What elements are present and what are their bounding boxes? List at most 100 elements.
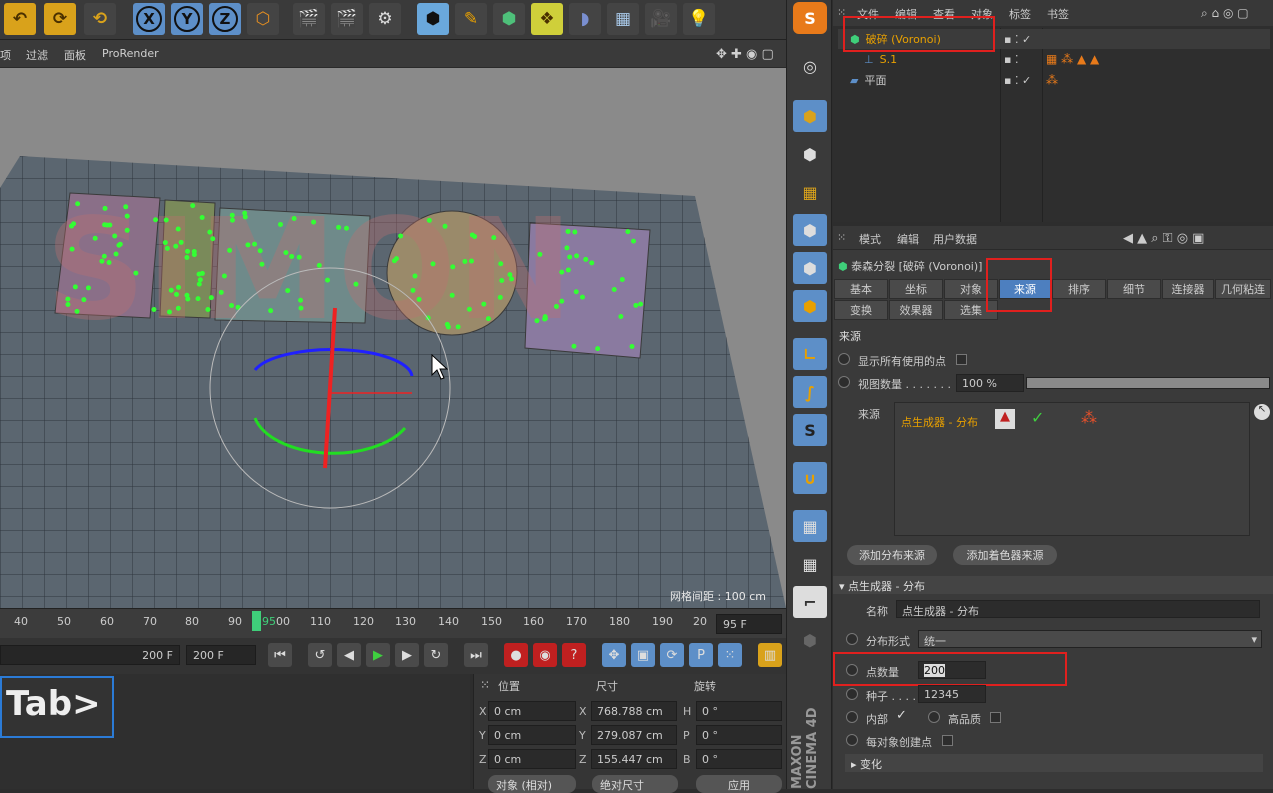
auto-key-icon[interactable]: ◉: [533, 643, 557, 667]
size-mode-dropdown[interactable]: 绝对尺寸: [592, 775, 678, 793]
grid-snap-icon[interactable]: ⌐: [793, 586, 827, 618]
nav-arrows-icon[interactable]: ◀ ▲ ⌕ ⚿ ◎ ▣: [1123, 231, 1204, 246]
rot-h-field[interactable]: 0 °: [696, 701, 782, 721]
size-z-field[interactable]: 155.447 cm: [591, 749, 677, 769]
floor-icon[interactable]: ▦: [607, 3, 639, 35]
light-icon[interactable]: 💡: [683, 3, 715, 35]
distribution-dropdown[interactable]: 统一 ▾: [918, 630, 1262, 648]
per-object-checkbox[interactable]: [942, 735, 953, 746]
magnet-icon[interactable]: ∪: [793, 462, 827, 494]
tab-effectors[interactable]: 效果器: [889, 300, 943, 320]
prev-frame-icon[interactable]: ◀: [337, 643, 361, 667]
apply-button[interactable]: 应用: [696, 775, 782, 793]
tags-icons[interactable]: ⁂: [1046, 73, 1058, 87]
goto-start-icon[interactable]: ⏮: [268, 643, 292, 667]
rot-b-field[interactable]: 0 °: [696, 749, 782, 769]
radio-hq[interactable]: [928, 711, 940, 723]
high-quality-checkbox[interactable]: [990, 712, 1001, 723]
subdivision-icon[interactable]: ⬢: [493, 3, 525, 35]
deformer-icon[interactable]: ◗: [569, 3, 601, 35]
tab-geometry-glue[interactable]: 几何粘连: [1215, 279, 1271, 299]
cube-icon[interactable]: ⬢: [417, 3, 449, 35]
inside-checkbox[interactable]: ✓: [896, 708, 907, 723]
polygons-mode-icon[interactable]: ⬢: [793, 290, 827, 322]
globe-icon[interactable]: ◎: [793, 50, 827, 82]
points-mode-icon[interactable]: ⬢: [793, 214, 827, 246]
scale-key-icon[interactable]: ▣: [631, 643, 655, 667]
source-list-box[interactable]: 点生成器 - 分布 ▲ ✓ ⁂: [894, 402, 1250, 536]
workplane-icon[interactable]: ▦: [793, 176, 827, 208]
pick-icon[interactable]: ↖: [1254, 404, 1270, 420]
key-help-icon[interactable]: ?: [562, 643, 586, 667]
z-axis-button[interactable]: Z: [209, 3, 241, 35]
transform-section-header[interactable]: ▸ 变化: [845, 754, 1263, 772]
axis-mode-icon[interactable]: ∟: [793, 338, 827, 370]
tags-icons[interactable]: ▦ ⁂ ▲ ▲: [1046, 52, 1099, 66]
record-icon[interactable]: ●: [504, 643, 528, 667]
pos-x-field[interactable]: 0 cm: [488, 701, 576, 721]
seed-field[interactable]: 12345: [918, 685, 986, 703]
object-row-plane[interactable]: ▰ 平面 ▪ ⁚ ✓ ⁂: [838, 70, 1270, 90]
point-key-icon[interactable]: ⁙: [718, 643, 742, 667]
camera-icon[interactable]: 🎥: [645, 3, 677, 35]
rotate-key-icon[interactable]: ⟳: [660, 643, 684, 667]
snap-icon[interactable]: S: [793, 414, 827, 446]
workplane-align-icon[interactable]: ▦: [793, 548, 827, 580]
goto-end-icon[interactable]: ⏭: [464, 643, 488, 667]
min-frame-field[interactable]: 200 F: [0, 645, 180, 665]
size-x-field[interactable]: 768.788 cm: [591, 701, 677, 721]
cloner-icon[interactable]: ❖: [531, 3, 563, 35]
y-axis-button[interactable]: Y: [171, 3, 203, 35]
3d-viewport[interactable]: SIMON 网格间距 : 100 cm: [0, 68, 786, 608]
s-logo-icon[interactable]: S: [793, 2, 827, 34]
tweak-mode-icon[interactable]: ∫: [793, 376, 827, 408]
menu-tags[interactable]: 标签: [1009, 6, 1031, 22]
radio-inside[interactable]: [846, 711, 858, 723]
visibility-dots[interactable]: ▪ ⁚: [1004, 53, 1018, 66]
source-item-label[interactable]: 点生成器 - 分布: [901, 414, 978, 430]
param-key-icon[interactable]: P: [689, 643, 713, 667]
redo-alt-icon[interactable]: ⟲: [84, 3, 116, 35]
undo-icon[interactable]: ↶: [4, 3, 36, 35]
tab-sorting[interactable]: 排序: [1052, 279, 1106, 299]
radio-show-all[interactable]: [838, 353, 850, 365]
radio-distribution[interactable]: [846, 633, 858, 645]
x-axis-button[interactable]: X: [133, 3, 165, 35]
name-field[interactable]: 点生成器 - 分布: [896, 600, 1260, 618]
menu-item[interactable]: 项: [0, 47, 11, 63]
render-icon[interactable]: 🎬: [331, 3, 363, 35]
visibility-dots[interactable]: ▪ ⁚ ✓: [1004, 33, 1031, 46]
timeline-ruler[interactable]: 40 50 60 70 80 90 95 00 110 120 130 140 …: [0, 608, 786, 638]
radio-viewport-count[interactable]: [838, 376, 850, 388]
radio-seed[interactable]: [846, 688, 858, 700]
menu-panel[interactable]: 面板: [64, 47, 86, 63]
subsection-header[interactable]: ▾ 点生成器 - 分布: [833, 576, 1273, 594]
viewport-nav-icons[interactable]: ✥ ✚ ◉ ▢: [716, 47, 774, 62]
move-key-icon[interactable]: ✥: [602, 643, 626, 667]
tab-detail[interactable]: 细节: [1107, 279, 1161, 299]
add-distribution-source-button[interactable]: 添加分布来源: [847, 545, 937, 565]
object-row-s1[interactable]: ⊥ S.1 ▪ ⁚ ▦ ⁂ ▲ ▲: [838, 49, 1270, 69]
pos-y-field[interactable]: 0 cm: [488, 725, 576, 745]
render-settings-icon[interactable]: ⚙: [369, 3, 401, 35]
radio-per-object[interactable]: [846, 734, 858, 746]
menu-mode[interactable]: 模式: [859, 231, 881, 247]
menu-userdata[interactable]: 用户数据: [933, 231, 977, 247]
menu-prorender[interactable]: ProRender: [102, 47, 159, 60]
viewport-count-field[interactable]: 100 %: [956, 374, 1024, 392]
edges-mode-icon[interactable]: ⬢: [793, 252, 827, 284]
menu-edit[interactable]: 编辑: [897, 231, 919, 247]
size-y-field[interactable]: 279.087 cm: [591, 725, 677, 745]
current-frame-field[interactable]: 95 F: [716, 614, 782, 634]
rot-p-field[interactable]: 0 °: [696, 725, 782, 745]
visibility-dots[interactable]: ▪ ⁚ ✓: [1004, 74, 1031, 87]
coord-system-icon[interactable]: ⬡: [247, 3, 279, 35]
visibility-icon[interactable]: ⁂: [1081, 408, 1097, 427]
tab-coord[interactable]: 坐标: [889, 279, 943, 299]
generator-icon[interactable]: ▲: [995, 409, 1015, 429]
next-frame-icon[interactable]: ▶: [395, 643, 419, 667]
model-mode-icon[interactable]: ⬢: [793, 100, 827, 132]
play-icon[interactable]: ▶: [366, 643, 390, 667]
max-frame-field[interactable]: 200 F: [186, 645, 256, 665]
enabled-check-icon[interactable]: ✓: [1031, 408, 1044, 427]
